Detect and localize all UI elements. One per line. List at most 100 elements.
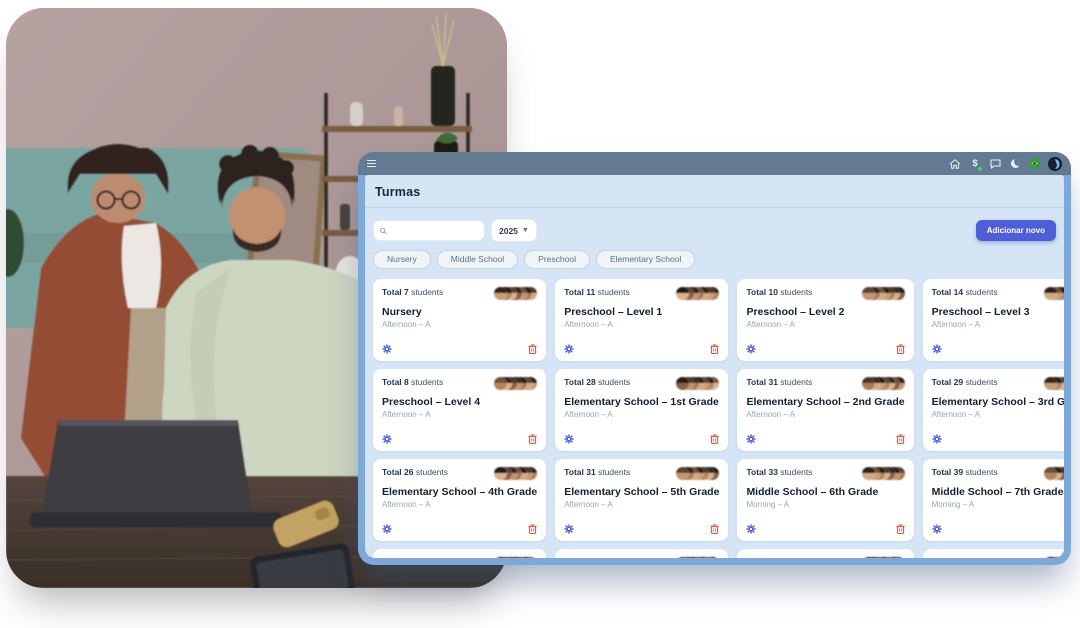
chat-icon[interactable] bbox=[989, 158, 1001, 170]
filter-chip-elementary-school[interactable]: Elementary School bbox=[596, 250, 695, 269]
class-title: Elementary School – 5th Grade bbox=[564, 486, 719, 498]
avatar-stack bbox=[486, 377, 537, 390]
card-total: Total 34 students bbox=[564, 557, 630, 559]
settings-icon[interactable] bbox=[746, 524, 756, 534]
avatar-stack bbox=[1036, 557, 1064, 559]
user-avatar[interactable] bbox=[1048, 157, 1062, 171]
class-schedule: Afternoon – A bbox=[564, 410, 719, 419]
avatar-stack bbox=[668, 377, 719, 390]
class-card: Total 29 students Elementary School – 3rd… bbox=[923, 369, 1064, 451]
filter-chip-preschool[interactable]: Preschool bbox=[524, 250, 590, 269]
home-icon[interactable] bbox=[949, 158, 961, 170]
filter-chip-nursery[interactable]: Nursery bbox=[373, 250, 431, 269]
card-total: Total 26 students bbox=[382, 467, 448, 477]
class-title: Elementary School – 2nd Grade bbox=[746, 396, 904, 408]
class-title: Elementary School – 1st Grade bbox=[564, 396, 719, 408]
class-schedule: Afternoon – A bbox=[932, 320, 1064, 329]
student-avatar bbox=[676, 467, 689, 480]
chevron-down-icon: ▼ bbox=[522, 227, 529, 234]
card-total: Total 7 students bbox=[382, 287, 443, 297]
class-schedule: Afternoon – A bbox=[746, 410, 904, 419]
avatar-stack bbox=[668, 467, 719, 480]
settings-icon[interactable] bbox=[932, 344, 942, 354]
avatar-stack bbox=[668, 287, 719, 300]
class-card: Total 36 students bbox=[737, 549, 913, 559]
class-title: Elementary School – 4th Grade bbox=[382, 486, 537, 498]
settings-icon[interactable] bbox=[564, 524, 574, 534]
delete-icon[interactable] bbox=[528, 434, 537, 444]
settings-icon[interactable] bbox=[932, 434, 942, 444]
search-box[interactable] bbox=[373, 220, 485, 241]
class-schedule: Afternoon – A bbox=[382, 410, 537, 419]
filter-chips: Nursery Middle School Preschool Elementa… bbox=[365, 249, 1064, 271]
delete-icon[interactable] bbox=[528, 524, 537, 534]
class-schedule: Morning – A bbox=[932, 500, 1064, 509]
card-total: Total 31 students bbox=[564, 467, 630, 477]
class-title: Preschool – Level 1 bbox=[564, 306, 719, 318]
card-total: Total 29 students bbox=[932, 377, 998, 387]
card-total: Total 39 students bbox=[932, 467, 998, 477]
year-select[interactable]: 2025 ▼ bbox=[491, 219, 537, 242]
student-avatar bbox=[862, 377, 875, 390]
settings-icon[interactable] bbox=[564, 434, 574, 444]
card-total: Total 36 students bbox=[746, 557, 812, 559]
delete-icon[interactable] bbox=[710, 524, 719, 534]
year-select-value: 2025 bbox=[499, 226, 518, 236]
settings-icon[interactable] bbox=[382, 344, 392, 354]
menu-icon[interactable] bbox=[367, 160, 376, 167]
app-window: $ Turmas 2025 ▼ Adicionar novo Nu bbox=[358, 152, 1071, 565]
avatar-stack bbox=[854, 377, 905, 390]
settings-icon[interactable] bbox=[932, 524, 942, 534]
student-avatar bbox=[494, 467, 507, 480]
class-schedule: Afternoon – A bbox=[382, 500, 537, 509]
card-total: Total 14 students bbox=[932, 287, 998, 297]
delete-icon[interactable] bbox=[710, 434, 719, 444]
delete-icon[interactable] bbox=[896, 434, 905, 444]
delete-icon[interactable] bbox=[896, 524, 905, 534]
class-title: Middle School – 7th Grade bbox=[932, 486, 1064, 498]
avatar-stack bbox=[854, 467, 905, 480]
card-total: Total 10 students bbox=[746, 287, 812, 297]
settings-icon[interactable] bbox=[746, 344, 756, 354]
class-card: Total 10 studentsPreschool – Level 2Afte… bbox=[737, 279, 913, 361]
page-content: Turmas 2025 ▼ Adicionar novo Nursery Mid… bbox=[365, 175, 1064, 558]
class-card: Total 36 students bbox=[923, 549, 1064, 559]
settings-icon[interactable] bbox=[564, 344, 574, 354]
card-total: Total 11 students bbox=[564, 287, 630, 297]
class-title: Elementary School – 3rd Grade bbox=[932, 396, 1064, 408]
avatar-stack bbox=[1036, 377, 1064, 390]
payments-icon[interactable]: $ bbox=[969, 158, 981, 170]
avatar-stack bbox=[1036, 467, 1064, 480]
settings-icon[interactable] bbox=[382, 434, 392, 444]
class-card: Total 7 studentsNurseryAfternoon – A bbox=[373, 279, 546, 361]
avatar-stack bbox=[854, 557, 905, 559]
class-title: Preschool – Level 2 bbox=[746, 306, 904, 318]
notification-dot bbox=[978, 167, 982, 171]
delete-icon[interactable] bbox=[528, 344, 537, 354]
search-input[interactable] bbox=[391, 225, 478, 237]
brazil-flag-icon[interactable] bbox=[1029, 158, 1040, 169]
settings-icon[interactable] bbox=[746, 434, 756, 444]
student-avatar bbox=[862, 287, 875, 300]
class-schedule: Afternoon – A bbox=[382, 320, 537, 329]
class-schedule: Afternoon – A bbox=[564, 500, 719, 509]
avatar-stack bbox=[486, 557, 537, 559]
filter-chip-middle-school[interactable]: Middle School bbox=[437, 250, 518, 269]
student-avatar bbox=[676, 287, 689, 300]
class-schedule: Afternoon – A bbox=[564, 320, 719, 329]
dark-mode-icon[interactable] bbox=[1009, 158, 1021, 170]
avatar-stack bbox=[668, 557, 719, 559]
class-card: Total 14 studentsPreschool – Level 3Afte… bbox=[923, 279, 1064, 361]
card-total: Total 8 students bbox=[382, 377, 443, 387]
settings-icon[interactable] bbox=[382, 524, 392, 534]
avatar-stack bbox=[854, 287, 905, 300]
add-new-button[interactable]: Adicionar novo bbox=[976, 220, 1056, 241]
class-card: Total 33 studentsMiddle School – 6th Gra… bbox=[737, 459, 913, 541]
class-schedule: Afternoon – A bbox=[932, 410, 1064, 419]
app-topbar: $ bbox=[358, 152, 1071, 175]
search-icon bbox=[380, 227, 387, 235]
delete-icon[interactable] bbox=[896, 344, 905, 354]
delete-icon[interactable] bbox=[710, 344, 719, 354]
card-total: Total 36 students bbox=[932, 557, 998, 559]
class-title: Preschool – Level 4 bbox=[382, 396, 537, 408]
